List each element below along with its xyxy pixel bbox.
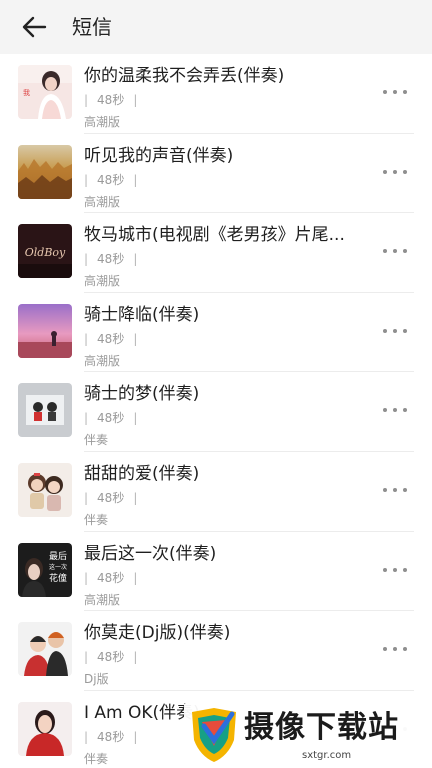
song-title: 骑士降临(伴奏) (84, 304, 200, 325)
song-tag: 高潮版 (84, 353, 121, 368)
song-duration: 48秒 (97, 570, 125, 585)
album-cover: 我 (18, 65, 72, 119)
song-duration: 48秒 (97, 729, 125, 744)
song-item[interactable]: 骑士的梦(伴奏) | 48秒 | 伴奏 (0, 372, 432, 452)
song-duration: 48秒 (97, 411, 125, 426)
song-tag: Dj版 (84, 672, 109, 687)
more-dots-icon[interactable] (382, 641, 408, 657)
song-meta: | 48秒 | (84, 490, 138, 505)
album-cover (18, 303, 72, 358)
more-dots-icon[interactable] (382, 84, 408, 100)
song-item[interactable]: 最后 这一次 花僮 最后这一次(伴奏) | 48秒 | 高潮版 (0, 532, 432, 612)
song-meta: | 48秒 | (84, 650, 138, 665)
more-dots-icon[interactable] (382, 562, 408, 578)
song-item[interactable]: 你莫走(Dj版)(伴奏) | 48秒 | Dj版 (0, 611, 432, 691)
cover-text-line2: 这一次 (49, 563, 67, 571)
cover-logo-text: OldBoy (25, 246, 66, 259)
watermark-url: sxtgr.com (302, 750, 352, 761)
album-cover (18, 144, 72, 199)
song-duration: 48秒 (97, 172, 125, 187)
song-tag: 高潮版 (84, 115, 121, 129)
album-cover: OldBoy (18, 224, 72, 279)
song-tag: 伴奏 (84, 433, 109, 448)
page-title: 短信 (72, 15, 112, 39)
song-item[interactable]: 我 你的温柔我不会弄丢(伴奏) | 48秒 | 高潮版 (0, 54, 432, 134)
song-meta: | 48秒 | (84, 331, 138, 346)
song-meta: | 48秒 | (84, 570, 138, 585)
top-bar: 短信 (0, 0, 432, 54)
more-dots-icon[interactable] (382, 402, 408, 418)
more-dots-icon[interactable] (382, 243, 408, 259)
arrow-left-icon[interactable] (18, 10, 52, 44)
song-tag: 伴奏 (84, 512, 109, 527)
song-list: 我 你的温柔我不会弄丢(伴奏) | 48秒 | 高潮版 听见我的声音(伴奏) |… (0, 54, 432, 768)
song-title: 听见我的声音(伴奏) (84, 145, 234, 166)
song-item[interactable]: 甜甜的爱(伴奏) | 48秒 | 伴奏 (0, 452, 432, 532)
song-meta: | 48秒 | (84, 252, 138, 267)
song-title: 甜甜的爱(伴奏) (84, 463, 200, 484)
album-cover (18, 383, 72, 438)
album-cover (18, 701, 72, 756)
more-dots-icon[interactable] (382, 323, 408, 339)
song-title: 你莫走(Dj版)(伴奏) (84, 623, 231, 644)
song-duration: 48秒 (97, 331, 125, 346)
song-tag: 伴奏 (84, 751, 109, 766)
cover-text-line3: 花僮 (49, 572, 67, 584)
watermark-logo-icon (188, 706, 240, 768)
more-dots-icon[interactable] (382, 164, 408, 180)
song-tag: 高潮版 (84, 274, 121, 289)
song-meta: | 48秒 | (84, 172, 138, 187)
song-meta: | 48秒 | (84, 729, 138, 744)
song-meta: | 48秒 | (84, 411, 138, 426)
song-tag: 高潮版 (84, 592, 121, 607)
song-duration: 48秒 (97, 252, 125, 267)
album-cover (18, 462, 72, 517)
song-item[interactable]: OldBoy 牧马城市(电视剧《老男孩》片尾... | 48秒 | 高潮版 (0, 213, 432, 293)
watermark-text: 摄像下载站 (244, 710, 399, 745)
song-title: 最后这一次(伴奏) (84, 543, 217, 564)
song-item[interactable]: 骑士降临(伴奏) | 48秒 | 高潮版 (0, 293, 432, 373)
song-duration: 48秒 (97, 650, 125, 665)
album-cover: 最后 这一次 花僮 (18, 542, 72, 597)
song-meta: | 48秒 | (84, 93, 138, 107)
song-duration: 48秒 (97, 490, 125, 505)
song-title: 牧马城市(电视剧《老男孩》片尾... (84, 225, 345, 246)
album-cover (18, 622, 72, 677)
watermark: 摄像下载站 sxtgr.com (184, 704, 432, 768)
svg-text:我: 我 (23, 88, 30, 97)
more-dots-icon[interactable] (382, 482, 408, 498)
song-item[interactable]: 听见我的声音(伴奏) | 48秒 | 高潮版 (0, 134, 432, 214)
song-title: 骑士的梦(伴奏) (84, 384, 200, 405)
cover-text-line1: 最后 (49, 551, 67, 562)
song-title: 你的温柔我不会弄丢(伴奏) (84, 66, 285, 86)
song-tag: 高潮版 (84, 194, 121, 209)
song-duration: 48秒 (97, 93, 125, 107)
